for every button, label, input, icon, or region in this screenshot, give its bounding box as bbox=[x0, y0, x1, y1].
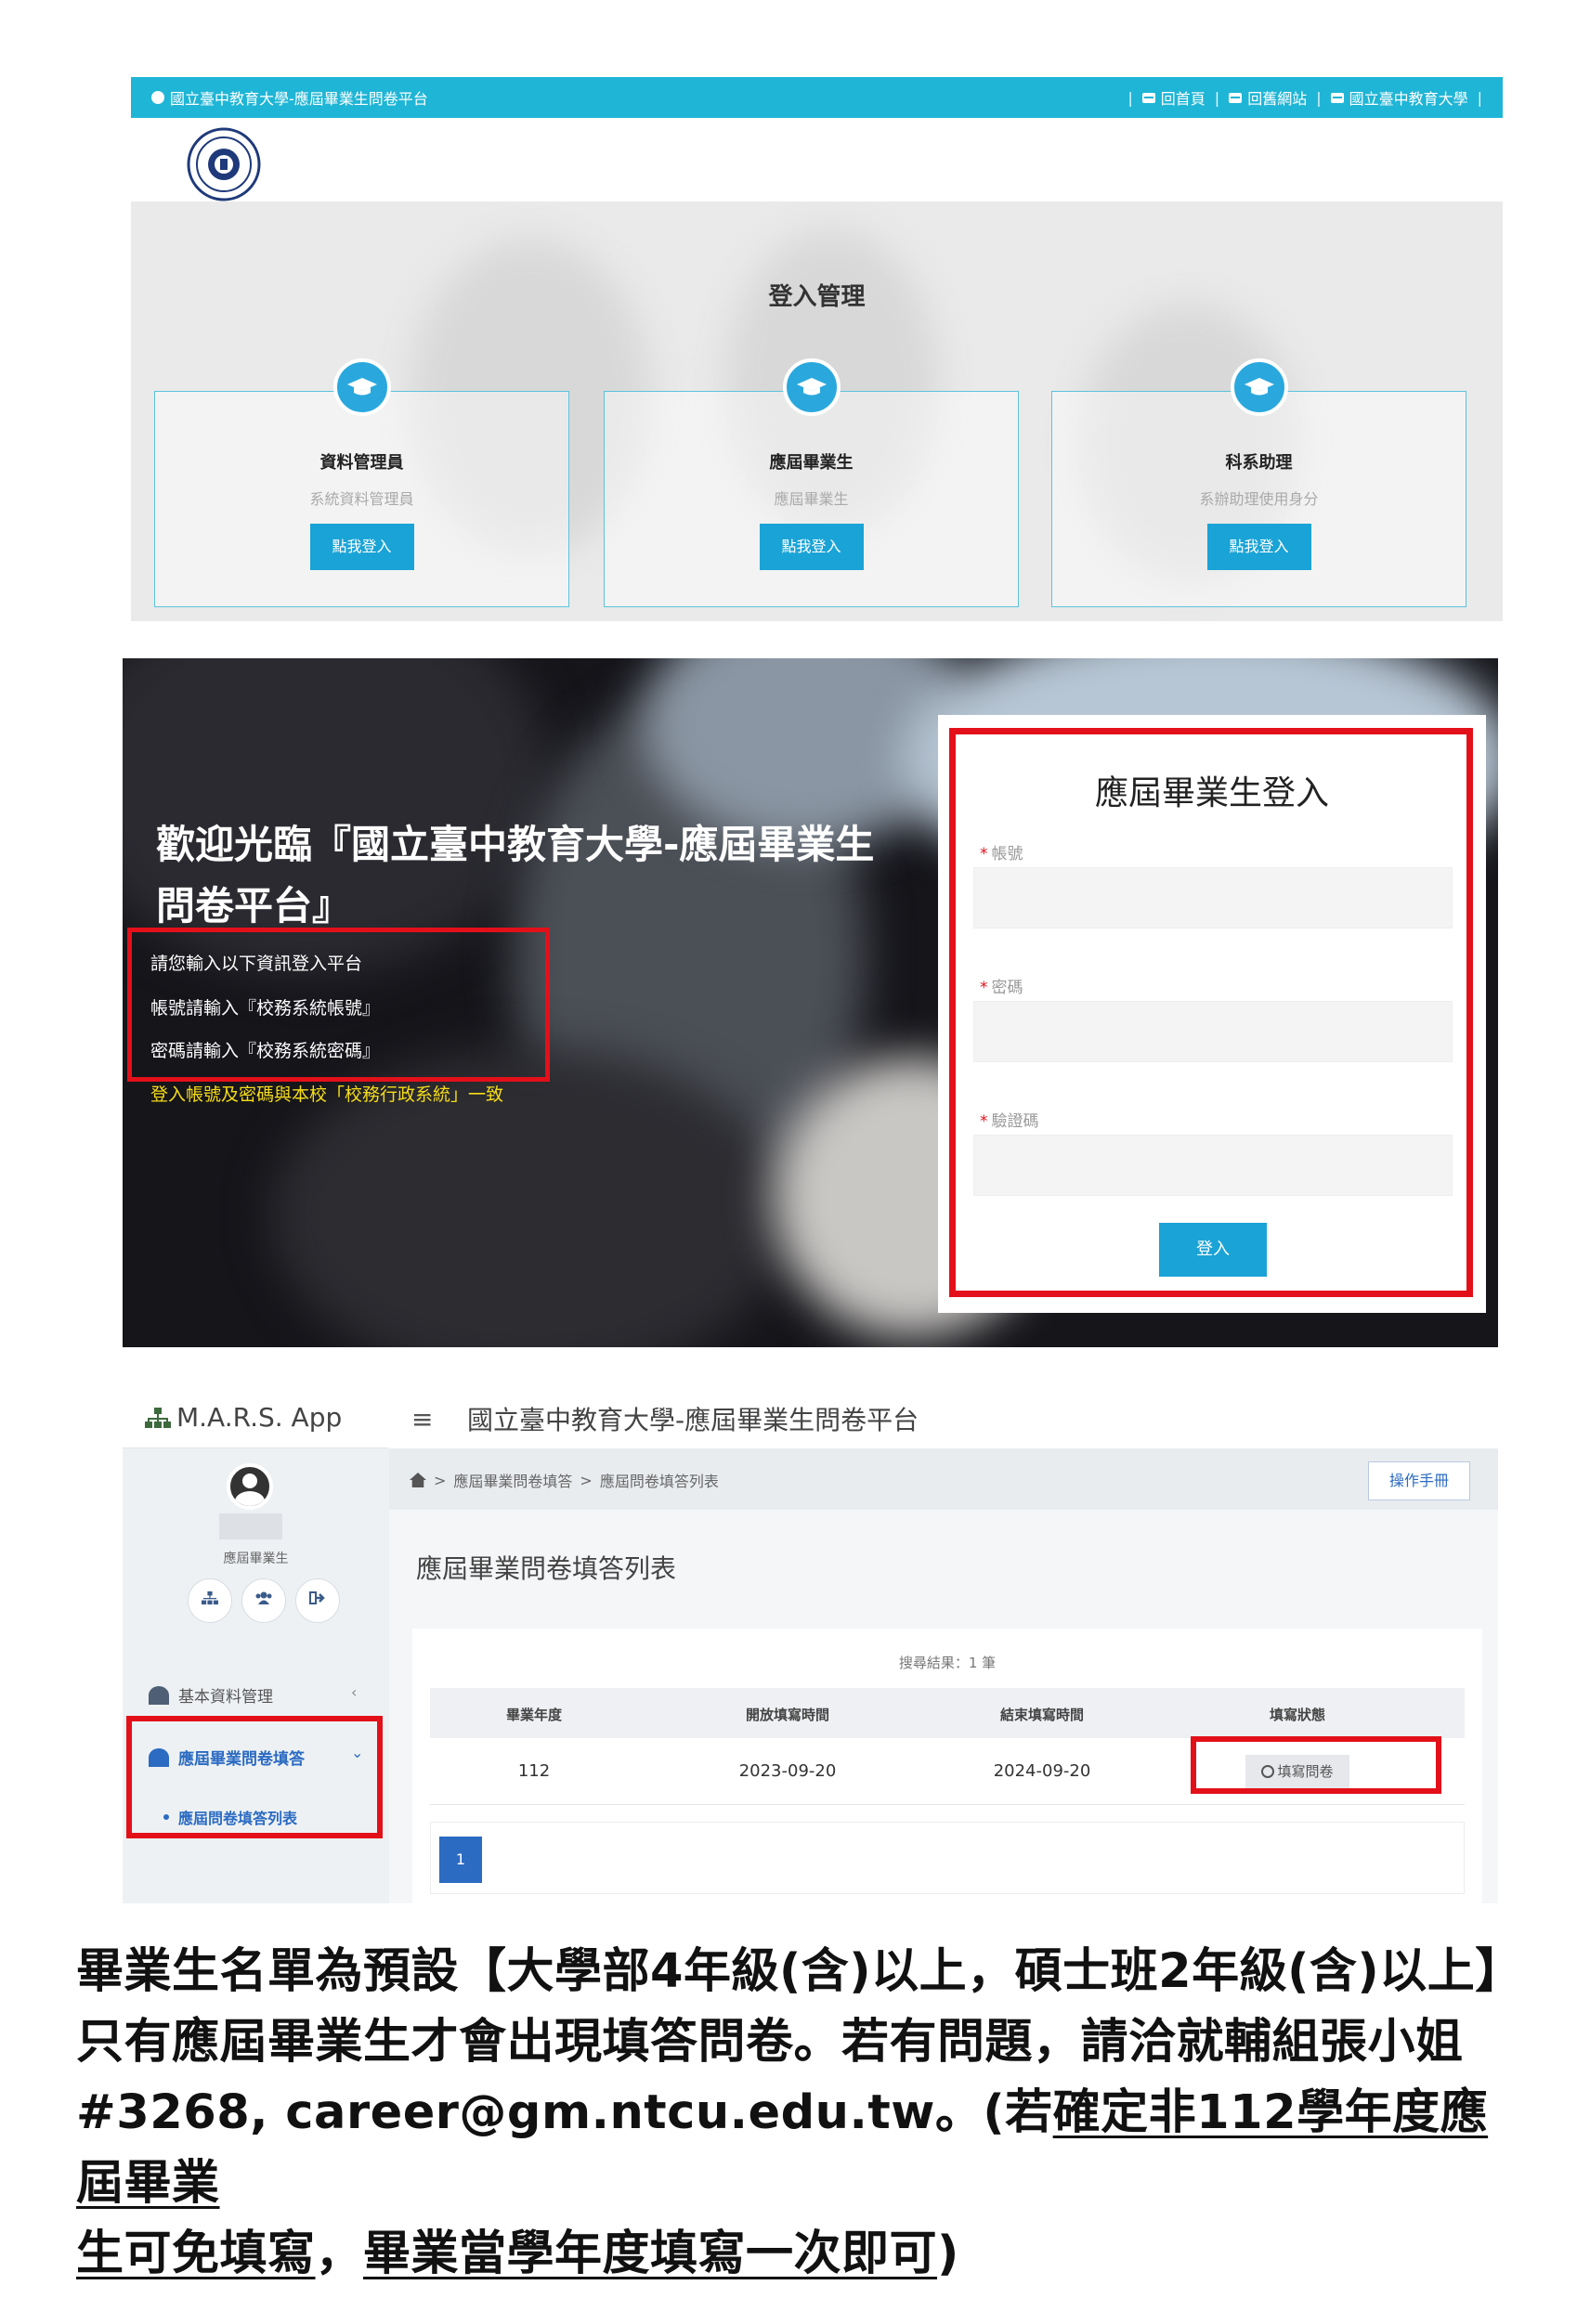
underlined-text: 畢業當學年度填寫一次即可 bbox=[363, 2227, 938, 2281]
breadcrumb-item[interactable]: 應屆畢業問卷填答 bbox=[453, 1469, 572, 1491]
captcha-input[interactable] bbox=[973, 1135, 1453, 1196]
graduation-cap-icon bbox=[1230, 358, 1288, 416]
menu-highlight-frame bbox=[126, 1716, 383, 1838]
notice-line: #3268, career@gm.ntcu.edu.tw。(若確定非112學年度… bbox=[76, 2085, 1489, 2211]
site-title: 國立臺中教育大學-應屆畢業生問卷平台 bbox=[151, 86, 1127, 109]
portal-screenshot: 國立臺中教育大學-應屆畢業生問卷平台 | 回首頁 | 回舊網站 | 國立臺中教育… bbox=[131, 77, 1503, 621]
column-header: 開放填寫時間 bbox=[745, 1707, 830, 1723]
breadcrumb: > 應屆畢業問卷填答 > 應屆問卷填答列表 bbox=[410, 1469, 719, 1491]
menu-basic-data[interactable]: 基本資料管理 bbox=[149, 1683, 273, 1707]
login-screenshot: 歡迎光臨『國立臺中教育大學-應屆畢業生問卷平台』 請您輸入以下資訊登入平台 帳號… bbox=[123, 658, 1498, 1347]
notice-line: 畢業生名單為預設【大學部4年級(含)以上，碩士班2年級(含)以上】 bbox=[76, 1944, 1523, 1999]
brand[interactable]: M.A.R.S. App bbox=[145, 1402, 342, 1433]
app-title: 國立臺中教育大學-應屆畢業生問卷平台 bbox=[467, 1405, 919, 1435]
card-title: 應屆畢業生 bbox=[769, 453, 854, 473]
notice-line: 只有應屆畢業生才會出現填答問卷。若有問題，請洽就輔組張小姐 bbox=[76, 2015, 1464, 2070]
sitemap-icon bbox=[202, 1590, 218, 1605]
chevron-left-icon: ‹ bbox=[351, 1683, 358, 1701]
user-role: 應屆畢業生 bbox=[223, 1551, 289, 1566]
sidebar: M.A.R.S. App 應屆畢業生 基本資料管理 ‹ 應屆畢業問卷填答 ⌄ 應… bbox=[123, 1383, 389, 1903]
welcome-heading: 歡迎光臨『國立臺中教育大學-應屆畢業生問卷平台』 bbox=[156, 822, 875, 928]
sitemap-icon bbox=[145, 1407, 171, 1428]
users-button[interactable] bbox=[241, 1578, 286, 1623]
top-link-old-site[interactable]: 回舊網站 bbox=[1229, 86, 1307, 109]
graduation-cap-icon bbox=[782, 358, 841, 416]
notice-text: 畢業生名單為預設【大學部4年級(含)以上，碩士班2年級(含)以上】 只有應屆畢業… bbox=[76, 1937, 1525, 2290]
university-seal-logo[interactable] bbox=[187, 127, 261, 201]
section-title: 登入管理 bbox=[768, 283, 866, 311]
card-assistant: 科系助理 系辦助理使用身分 點我登入 bbox=[1051, 358, 1466, 607]
notice-line: 生可免填寫，畢業當學年度填寫一次即可) bbox=[76, 2227, 959, 2281]
result-count: 搜尋結果：1 筆 bbox=[898, 1655, 997, 1671]
sidebar-header: M.A.R.S. App bbox=[123, 1383, 389, 1448]
top-links: | 回首頁 | 回舊網站 | 國立臺中教育大學 | bbox=[1127, 86, 1482, 109]
info-line: 密碼請輸入『校務系統密碼』 bbox=[150, 1041, 381, 1061]
password-label: * 密碼 bbox=[980, 979, 1023, 997]
card-title: 科系助理 bbox=[1225, 453, 1293, 473]
column-header: 填寫狀態 bbox=[1269, 1707, 1326, 1723]
card-subtitle: 系辦助理使用身分 bbox=[1199, 490, 1319, 508]
pagination: 1 bbox=[430, 1822, 1465, 1894]
top-link-home[interactable]: 回首頁 bbox=[1141, 86, 1206, 109]
cell-open-date: 2023-09-20 bbox=[738, 1761, 837, 1781]
account-label: * 帳號 bbox=[980, 845, 1023, 863]
logo-row bbox=[131, 118, 1503, 201]
card-admin: 資料管理員 系統資料管理員 點我登入 bbox=[154, 358, 569, 607]
info-line-warning: 登入帳號及密碼與本校「校務行政系統」一致 bbox=[150, 1084, 504, 1105]
sign-out-icon bbox=[309, 1591, 325, 1604]
globe-icon bbox=[151, 91, 164, 104]
site-title-text: 國立臺中教育大學-應屆畢業生問卷平台 bbox=[170, 90, 428, 108]
captcha-label: * 驗證碼 bbox=[980, 1112, 1039, 1131]
column-header: 畢業年度 bbox=[505, 1707, 563, 1723]
graduation-cap-icon bbox=[332, 358, 391, 416]
cell-close-date: 2024-09-20 bbox=[993, 1761, 1091, 1781]
logout-button[interactable] bbox=[295, 1578, 340, 1623]
dashboard-icon bbox=[149, 1685, 169, 1705]
login-panel-title: 應屆畢業生登入 bbox=[1094, 774, 1329, 812]
login-management-hero: 登入管理 資料管理員 系統資料管理員 點我登入 應屆畢業生 應屆畢業生 點我登入… bbox=[131, 201, 1503, 621]
app-screenshot: M.A.R.S. App 應屆畢業生 基本資料管理 ‹ 應屆畢業問卷填答 ⌄ 應… bbox=[123, 1383, 1498, 1903]
page-button[interactable]: 1 bbox=[439, 1837, 482, 1883]
hamburger-menu-icon[interactable]: ≡ bbox=[411, 1404, 433, 1435]
graduate-login-panel: 應屆畢業生登入 * 帳號 * 密碼 * 驗證碼 登入 bbox=[938, 715, 1486, 1313]
sitemap-button[interactable] bbox=[188, 1578, 232, 1623]
cell-year: 112 bbox=[517, 1761, 551, 1781]
card-title: 資料管理員 bbox=[319, 453, 404, 473]
graduate-login-button[interactable]: 點我登入 bbox=[759, 524, 864, 570]
admin-login-button[interactable]: 點我登入 bbox=[309, 524, 414, 570]
app-header: ≡ 國立臺中教育大學-應屆畢業生問卷平台 bbox=[389, 1383, 1498, 1448]
breadcrumb-bar: > 應屆畢業問卷填答 > 應屆問卷填答列表 操作手冊 bbox=[389, 1448, 1498, 1510]
manual-button[interactable]: 操作手冊 bbox=[1368, 1461, 1470, 1500]
info-line: 帳號請輸入『校務系統帳號』 bbox=[150, 998, 381, 1019]
users-icon bbox=[255, 1591, 272, 1604]
page-title: 應屆畢業問卷填答列表 bbox=[416, 1553, 677, 1584]
assistant-login-button[interactable]: 點我登入 bbox=[1206, 524, 1311, 570]
portal-topbar: 國立臺中教育大學-應屆畢業生問卷平台 | 回首頁 | 回舊網站 | 國立臺中教育… bbox=[131, 77, 1503, 118]
window-icon bbox=[1229, 92, 1243, 103]
window-icon bbox=[1330, 92, 1344, 103]
breadcrumb-item: 應屆問卷填答列表 bbox=[599, 1473, 719, 1490]
underlined-text: 生可免填寫 bbox=[76, 2227, 316, 2281]
table-header: 畢業年度 開放填寫時間 結束填寫時間 填寫狀態 bbox=[430, 1688, 1465, 1738]
info-line: 請您輸入以下資訊登入平台 bbox=[150, 954, 363, 974]
user-avatar bbox=[227, 1463, 273, 1510]
column-header: 結束填寫時間 bbox=[999, 1707, 1085, 1723]
card-graduate: 應屆畢業生 應屆畢業生 點我登入 bbox=[604, 358, 1019, 607]
card-subtitle: 系統資料管理員 bbox=[309, 490, 414, 508]
top-link-university[interactable]: 國立臺中教育大學 bbox=[1330, 86, 1468, 109]
password-input[interactable] bbox=[973, 1001, 1453, 1062]
card-subtitle: 應屆畢業生 bbox=[774, 490, 849, 508]
user-name-redacted bbox=[219, 1513, 282, 1539]
action-highlight-frame bbox=[1191, 1736, 1441, 1794]
home-icon[interactable] bbox=[410, 1473, 426, 1487]
account-input[interactable] bbox=[973, 867, 1453, 928]
login-button[interactable]: 登入 bbox=[1159, 1223, 1267, 1277]
window-icon bbox=[1141, 92, 1155, 103]
